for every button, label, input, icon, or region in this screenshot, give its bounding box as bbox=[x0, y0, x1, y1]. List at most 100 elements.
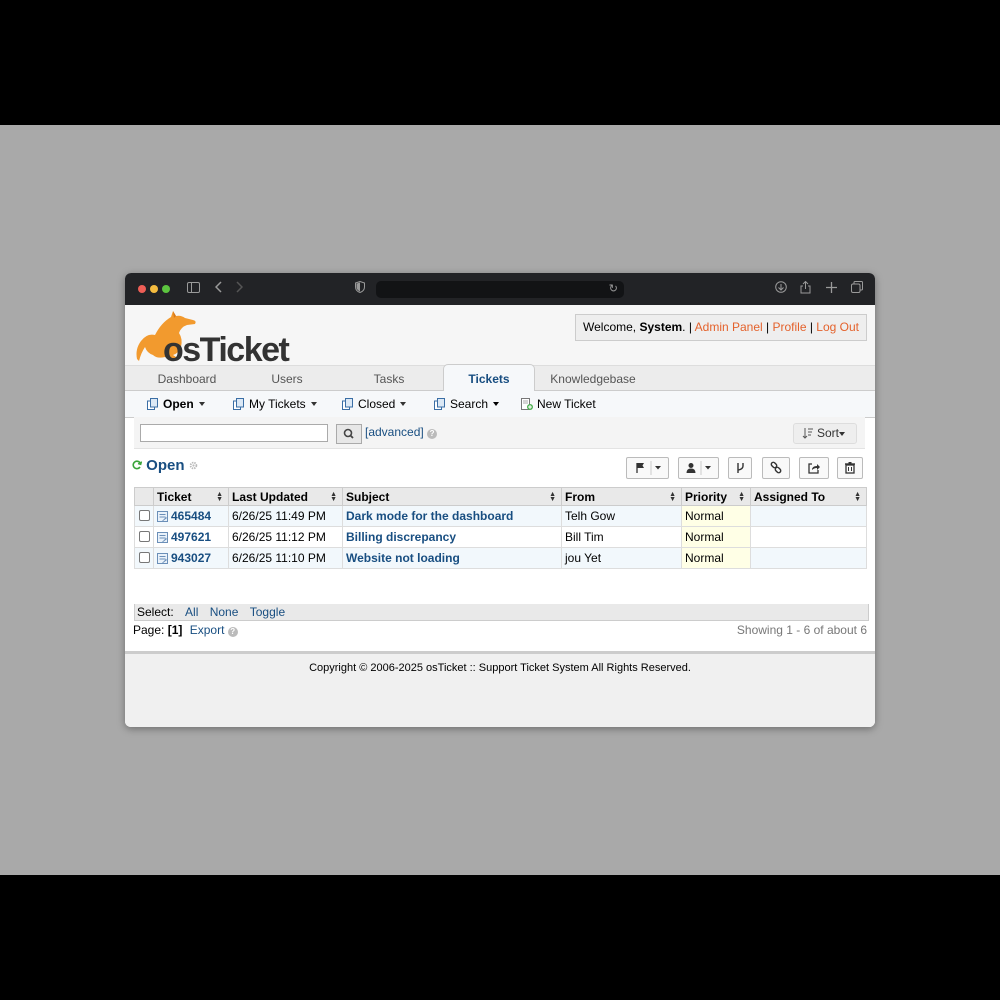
row-checkbox[interactable] bbox=[139, 510, 150, 521]
page-label: Page: bbox=[133, 623, 165, 637]
search-icon bbox=[343, 428, 354, 439]
search-menu[interactable]: Search bbox=[434, 391, 500, 417]
closed-label: Closed bbox=[358, 397, 396, 411]
trash-icon bbox=[845, 462, 855, 474]
open-queue-menu[interactable]: Open bbox=[147, 391, 205, 417]
subject-cell: Billing discrepancy bbox=[342, 526, 562, 548]
flag-icon bbox=[636, 461, 661, 475]
tab-tickets[interactable]: Tickets bbox=[443, 364, 535, 391]
advanced-search-link[interactable]: [advanced] bbox=[365, 425, 424, 439]
profile-link[interactable]: Profile bbox=[772, 320, 806, 334]
open-queue-label: Open bbox=[163, 397, 194, 411]
from-cell: Bill Tim bbox=[561, 526, 682, 548]
link-button[interactable] bbox=[762, 457, 790, 479]
ticket-subnav: Open My Tickets Closed Search New Ticket bbox=[125, 391, 875, 418]
share-icon[interactable] bbox=[800, 280, 811, 298]
row-select-cell bbox=[134, 547, 154, 569]
page-title: Open bbox=[132, 457, 198, 474]
sort-arrows-icon: ▲ ▼ bbox=[738, 491, 745, 503]
reload-icon[interactable]: ↻ bbox=[609, 282, 618, 295]
assign-button[interactable] bbox=[678, 457, 719, 479]
browser-window: ↻ osTicket Welcome, System. | Admin Pane… bbox=[125, 273, 875, 727]
column-header-last-updated[interactable]: Last Updated ▲ ▼ bbox=[228, 487, 343, 506]
results-count: Showing 1 - 6 of about 6 bbox=[736, 623, 867, 637]
ticket-number-link[interactable]: 943027 bbox=[171, 551, 211, 565]
column-header-priority[interactable]: Priority ▲ ▼ bbox=[681, 487, 751, 506]
tab-dashboard[interactable]: Dashboard bbox=[145, 366, 229, 390]
user-name: System bbox=[639, 320, 683, 334]
browser-titlebar: ↻ bbox=[125, 273, 875, 305]
download-icon[interactable] bbox=[775, 281, 787, 297]
subject-link[interactable]: Billing discrepancy bbox=[346, 530, 456, 544]
column-header-assigned-to[interactable]: Assigned To ▲ ▼ bbox=[750, 487, 867, 506]
assigned-to-cell bbox=[750, 505, 867, 527]
merge-button[interactable] bbox=[728, 457, 752, 479]
admin-panel-link[interactable]: Admin Panel bbox=[695, 320, 763, 334]
page-footer: Copyright © 2006-2025 osTicket :: Suppor… bbox=[125, 651, 875, 727]
help-icon[interactable]: ? bbox=[227, 627, 238, 637]
minimize-window-button[interactable] bbox=[150, 285, 158, 293]
ticket-number-link[interactable]: 465484 bbox=[171, 509, 211, 523]
change-status-button[interactable] bbox=[626, 457, 669, 479]
subject-link[interactable]: Website not loading bbox=[346, 551, 460, 565]
last-updated-cell: 6/26/25 11:12 PM bbox=[228, 526, 343, 548]
select-all-link[interactable]: All bbox=[185, 605, 198, 619]
ticket-number-link[interactable]: 497621 bbox=[171, 530, 211, 544]
row-select-cell bbox=[134, 526, 154, 548]
privacy-shield-icon[interactable] bbox=[355, 280, 365, 297]
osticket-logo[interactable]: osTicket bbox=[133, 309, 293, 369]
basic-search-input[interactable] bbox=[140, 424, 328, 442]
tickets-table: Ticket ▲ ▼ Last Updated ▲ ▼ Subject ▲ ▼ From ▲ ▼… bbox=[134, 487, 867, 569]
sort-button[interactable]: Sort bbox=[793, 423, 857, 444]
select-none-link[interactable]: None bbox=[210, 605, 239, 619]
back-icon[interactable] bbox=[214, 281, 223, 297]
maximize-window-button[interactable] bbox=[162, 285, 170, 293]
transfer-button[interactable] bbox=[799, 457, 829, 479]
tab-overview-icon[interactable] bbox=[851, 281, 863, 297]
help-icon[interactable]: ? bbox=[427, 429, 438, 439]
new-ticket-label: New Ticket bbox=[537, 397, 596, 411]
select-toggle-link[interactable]: Toggle bbox=[250, 605, 285, 619]
column-header-label: Last Updated bbox=[232, 489, 309, 504]
new-tab-icon[interactable] bbox=[826, 281, 837, 297]
column-header-from[interactable]: From ▲ ▼ bbox=[561, 487, 682, 506]
subject-cell: Dark mode for the dashboard bbox=[342, 505, 562, 527]
pagination-bar: Page: [1] Export ? Showing 1 - 6 of abou… bbox=[133, 623, 867, 637]
queue-icon bbox=[147, 398, 158, 410]
table-row: 497621 6/26/25 11:12 PM Billing discrepa… bbox=[134, 526, 867, 548]
search-label: Search bbox=[450, 397, 489, 411]
search-button[interactable] bbox=[336, 424, 362, 444]
current-page: [1] bbox=[167, 623, 183, 637]
assigned-to-cell bbox=[750, 547, 867, 569]
new-ticket-link[interactable]: New Ticket bbox=[521, 391, 596, 417]
sort-arrows-icon: ▲ ▼ bbox=[549, 491, 556, 503]
tab-tasks[interactable]: Tasks bbox=[349, 366, 429, 390]
sort-arrows-icon: ▲ ▼ bbox=[854, 491, 861, 503]
row-checkbox[interactable] bbox=[139, 552, 150, 563]
logout-link[interactable]: Log Out bbox=[816, 320, 859, 334]
gear-icon[interactable] bbox=[189, 461, 198, 470]
address-bar[interactable]: ↻ bbox=[376, 281, 624, 298]
queue-icon bbox=[342, 398, 353, 410]
export-link[interactable]: Export bbox=[190, 623, 225, 637]
close-window-button[interactable] bbox=[138, 285, 146, 293]
ticket-icon bbox=[157, 553, 168, 564]
delete-button[interactable] bbox=[837, 457, 863, 479]
closed-queue-menu[interactable]: Closed bbox=[342, 391, 407, 417]
queue-title[interactable]: Open bbox=[146, 457, 184, 474]
queue-icon bbox=[233, 398, 244, 410]
subject-link[interactable]: Dark mode for the dashboard bbox=[346, 509, 513, 523]
refresh-icon[interactable] bbox=[132, 460, 143, 470]
tab-knowledgebase[interactable]: Knowledgebase bbox=[549, 366, 637, 390]
column-header-ticket[interactable]: Ticket ▲ ▼ bbox=[153, 487, 229, 506]
ticket-number-cell: 943027 bbox=[153, 547, 229, 569]
my-tickets-menu[interactable]: My Tickets bbox=[233, 391, 317, 417]
forward-icon[interactable] bbox=[235, 281, 244, 297]
sort-icon bbox=[802, 428, 813, 439]
sidebar-toggle-icon[interactable] bbox=[187, 281, 200, 297]
column-header-label: Subject bbox=[346, 489, 390, 504]
from-cell: Telh Gow bbox=[561, 505, 682, 527]
row-checkbox[interactable] bbox=[139, 531, 150, 542]
column-header-subject[interactable]: Subject ▲ ▼ bbox=[342, 487, 562, 506]
tab-users[interactable]: Users bbox=[249, 366, 325, 390]
